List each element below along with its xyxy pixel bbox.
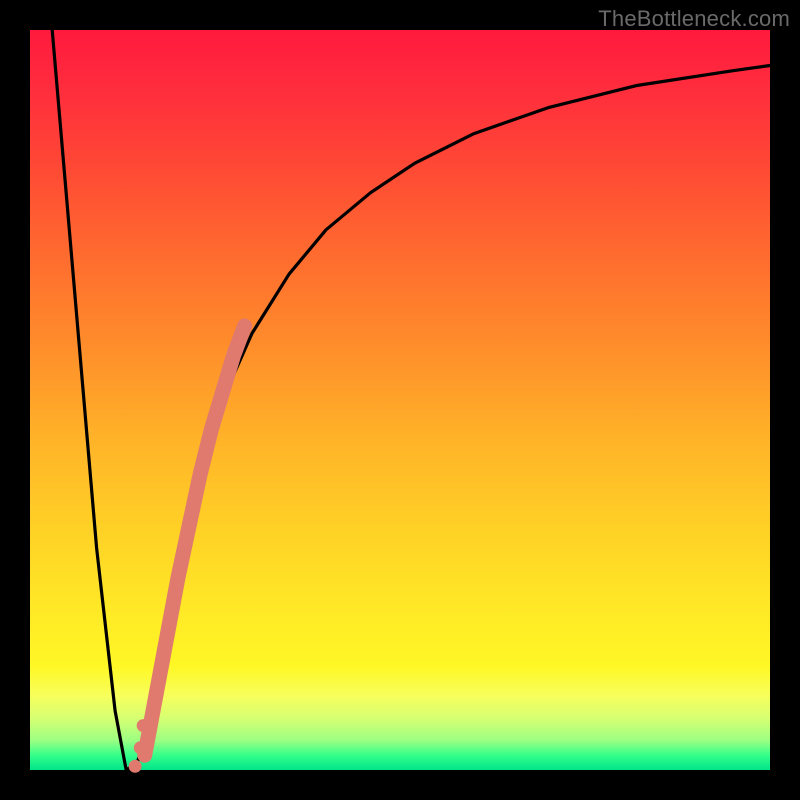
- curve-svg: [30, 30, 770, 770]
- watermark-text: TheBottleneck.com: [598, 6, 790, 32]
- plot-area: [30, 30, 770, 770]
- marker-dot: [137, 719, 150, 732]
- marker-dot: [129, 760, 142, 773]
- marker-strip: [145, 326, 245, 755]
- marker-dot: [134, 741, 147, 754]
- chart-frame: TheBottleneck.com: [0, 0, 800, 800]
